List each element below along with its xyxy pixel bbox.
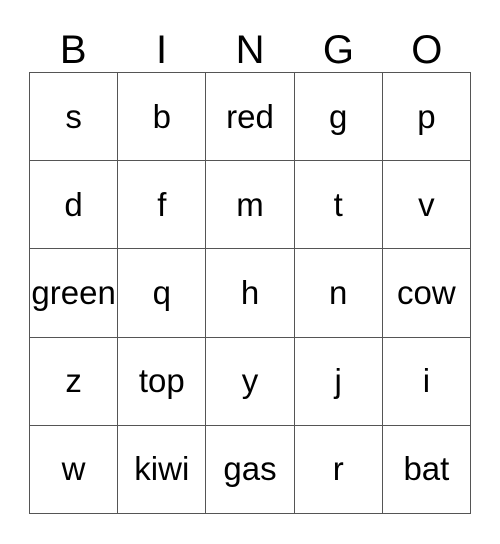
- bingo-cell-label: g: [329, 97, 348, 135]
- bingo-cell-label: red: [226, 97, 274, 135]
- bingo-cell-r4c5[interactable]: i: [382, 337, 471, 426]
- bingo-cell-r4c2[interactable]: top: [118, 337, 207, 426]
- bingo-cell-r2c4[interactable]: t: [294, 161, 383, 250]
- bingo-header-letter-i: I: [156, 28, 168, 72]
- bingo-cell-r5c3[interactable]: gas: [206, 425, 295, 514]
- bingo-header-letter-g: G: [322, 28, 354, 72]
- bingo-cell-r4c4[interactable]: j: [294, 337, 383, 426]
- bingo-cell-r5c4[interactable]: r: [294, 425, 383, 514]
- bingo-cell-label: cow: [397, 273, 456, 311]
- bingo-cell-label: green: [31, 273, 116, 311]
- bingo-cell-r3c1[interactable]: green: [30, 249, 119, 338]
- bingo-cell-label: w: [61, 450, 86, 488]
- bingo-cell-r3c3[interactable]: h: [206, 249, 295, 338]
- bingo-cell-r1c5[interactable]: p: [382, 73, 471, 162]
- bingo-cell-label: bat: [403, 450, 450, 488]
- bingo-cell-r3c4[interactable]: n: [294, 249, 383, 338]
- bingo-cell-r1c3[interactable]: red: [206, 73, 295, 162]
- bingo-cell-label: gas: [223, 450, 277, 488]
- bingo-cell-r4c3[interactable]: y: [206, 337, 295, 426]
- bingo-grid: s b red g p d f m t v green q h n cow z …: [29, 72, 471, 514]
- bingo-card: B I N G O s b red g p d f m t v green q …: [0, 0, 500, 544]
- bingo-header-row: B I N G O: [29, 18, 471, 72]
- bingo-cell-r3c5[interactable]: cow: [382, 249, 471, 338]
- bingo-cell-r5c5[interactable]: bat: [382, 425, 471, 514]
- bingo-cell-label: s: [65, 97, 82, 135]
- bingo-cell-label: d: [64, 185, 83, 223]
- bingo-cell-r3c2[interactable]: q: [118, 249, 207, 338]
- bingo-cell-r5c2[interactable]: kiwi: [118, 425, 207, 514]
- bingo-cell-label: kiwi: [134, 450, 190, 488]
- bingo-cell-r2c5[interactable]: v: [382, 161, 471, 250]
- bingo-cell-r2c3[interactable]: m: [206, 161, 295, 250]
- bingo-cell-label: j: [334, 362, 342, 400]
- bingo-cell-label: z: [65, 362, 82, 400]
- bingo-cell-label: top: [138, 362, 185, 400]
- bingo-cell-label: b: [152, 97, 171, 135]
- bingo-cell-r1c1[interactable]: s: [30, 73, 119, 162]
- bingo-cell-label: f: [157, 185, 167, 223]
- bingo-cell-label: t: [333, 185, 343, 223]
- bingo-cell-label: n: [329, 273, 348, 311]
- bingo-cell-r2c1[interactable]: d: [30, 161, 119, 250]
- bingo-cell-label: m: [236, 185, 264, 223]
- bingo-header-letter-b: B: [59, 28, 87, 72]
- bingo-cell-label: v: [418, 185, 435, 223]
- bingo-cell-label: p: [417, 97, 436, 135]
- bingo-cell-r2c2[interactable]: f: [118, 161, 207, 250]
- bingo-cell-r1c2[interactable]: b: [118, 73, 207, 162]
- bingo-cell-label: h: [240, 273, 260, 311]
- bingo-cell-r5c1[interactable]: w: [30, 425, 119, 514]
- bingo-cell-r4c1[interactable]: z: [30, 337, 119, 426]
- bingo-cell-r1c4[interactable]: g: [294, 73, 383, 162]
- bingo-cell-label: y: [241, 362, 259, 400]
- bingo-cell-label: i: [422, 362, 431, 400]
- bingo-header-letter-n: N: [235, 28, 265, 72]
- bingo-cell-label: r: [332, 450, 344, 488]
- bingo-cell-label: q: [152, 273, 171, 311]
- bingo-header-letter-o: O: [411, 28, 443, 72]
